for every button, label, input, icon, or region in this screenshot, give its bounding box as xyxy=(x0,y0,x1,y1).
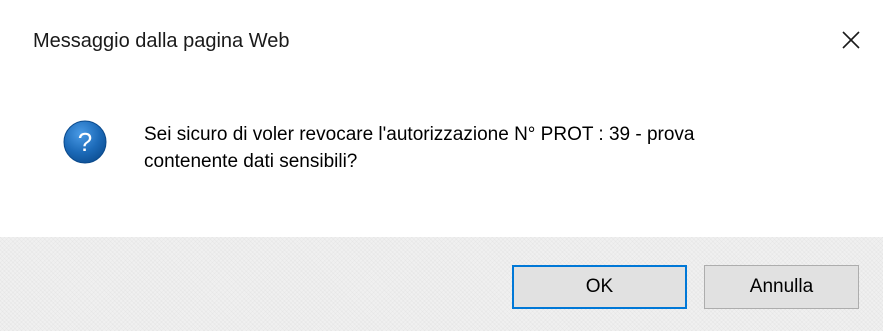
dialog-content: ? Sei sicuro di voler revocare l'autoriz… xyxy=(0,84,883,237)
close-icon xyxy=(842,31,860,49)
close-button[interactable] xyxy=(819,14,883,66)
ok-button[interactable]: OK xyxy=(512,265,687,309)
cancel-button[interactable]: Annulla xyxy=(704,265,859,309)
dialog-message: Sei sicuro di voler revocare l'autorizza… xyxy=(144,121,844,175)
confirm-dialog: Messaggio dalla pagina Web ? Sei sicuro … xyxy=(0,0,883,331)
question-icon: ? xyxy=(63,120,107,164)
dialog-titlebar: Messaggio dalla pagina Web xyxy=(0,0,883,84)
dialog-footer: OK Annulla xyxy=(0,237,883,331)
message-line-1: Sei sicuro di voler revocare l'autorizza… xyxy=(144,124,695,145)
message-line-2: contenente dati sensibili? xyxy=(144,151,358,172)
dialog-title: Messaggio dalla pagina Web xyxy=(33,30,290,52)
question-icon-glyph: ? xyxy=(78,127,92,157)
